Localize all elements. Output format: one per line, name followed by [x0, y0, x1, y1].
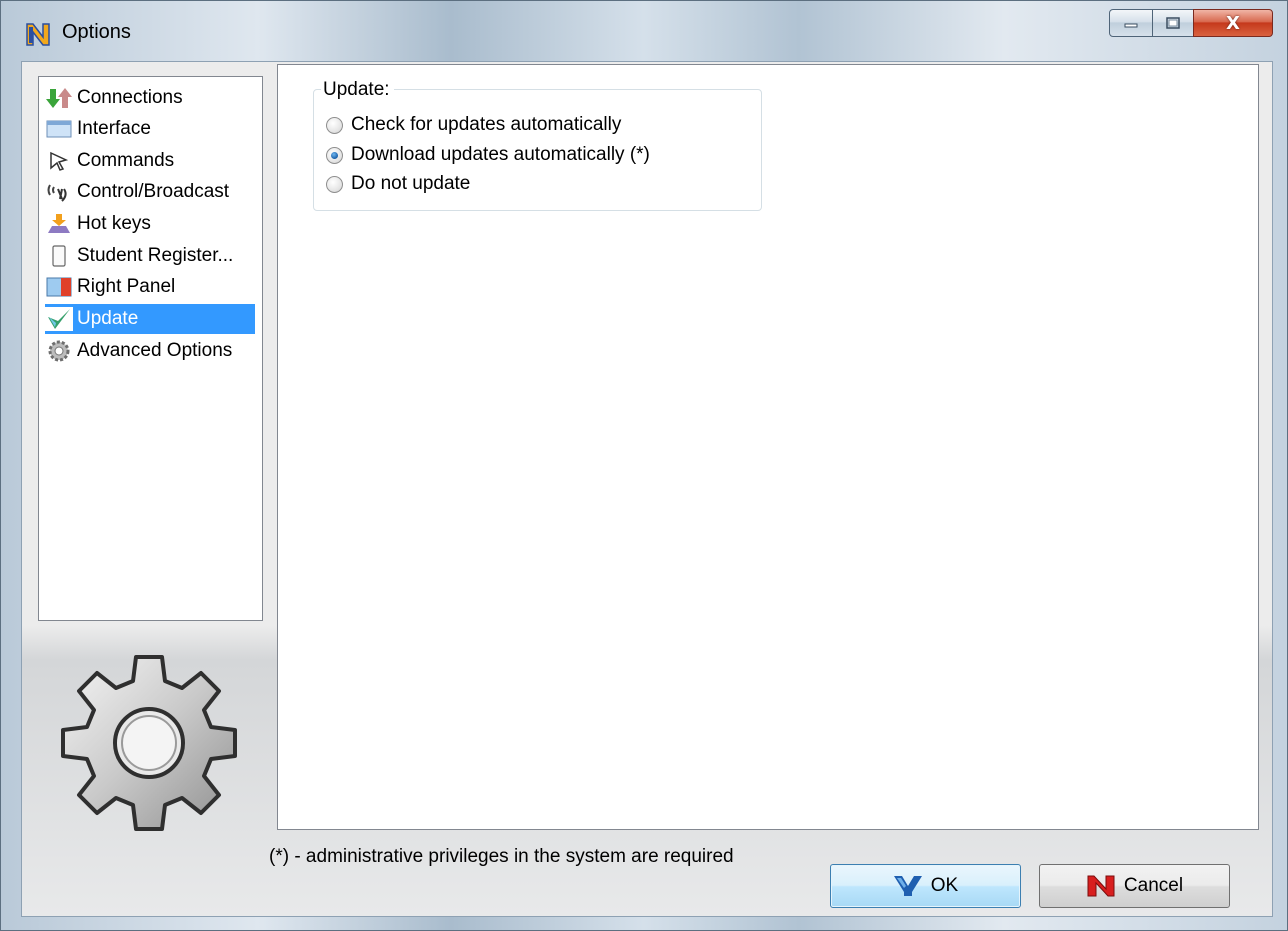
- nav-item-label: Hot keys: [77, 213, 151, 234]
- close-icon: X: [1226, 12, 1240, 34]
- radio-button-icon[interactable]: [326, 146, 343, 164]
- radio-button-icon[interactable]: [326, 175, 343, 193]
- nav-item-right-panel[interactable]: Right Panel: [45, 272, 179, 302]
- nav-item-label: Interface: [77, 118, 151, 139]
- maximize-button[interactable]: [1152, 9, 1194, 37]
- nav-item-interface[interactable]: Interface: [45, 114, 155, 144]
- settings-gear-illustration: [47, 641, 252, 846]
- app-logo-icon: [25, 21, 51, 47]
- update-group-title: Update:: [321, 79, 394, 101]
- cancel-button[interactable]: Cancel: [1039, 864, 1230, 908]
- radio-download-updates[interactable]: Download updates automatically (*): [326, 142, 650, 168]
- phone-icon: [45, 244, 73, 268]
- minimize-button[interactable]: [1109, 9, 1153, 37]
- checkmark-icon: [45, 307, 73, 331]
- panel-icon: [45, 275, 73, 299]
- gear-icon: [45, 339, 73, 363]
- cancel-button-label: Cancel: [1123, 875, 1184, 896]
- radio-check-updates[interactable]: Check for updates automatically: [326, 112, 621, 138]
- hotkeys-icon: [45, 212, 73, 236]
- nav-item-connections[interactable]: Connections: [45, 83, 187, 113]
- nav-item-label: Student Register...: [77, 245, 234, 266]
- broadcast-icon: [45, 180, 73, 204]
- radio-label: Check for updates automatically: [351, 114, 622, 135]
- radio-label: Download updates automatically (*): [351, 144, 650, 165]
- connections-arrows-icon: [45, 86, 73, 110]
- nav-item-label: Right Panel: [77, 276, 176, 297]
- cancel-logo-icon: [1086, 874, 1116, 898]
- nav-item-label: Control/Broadcast: [77, 181, 230, 202]
- nav-item-commands[interactable]: Commands: [45, 146, 178, 176]
- nav-item-label: Advanced Options: [77, 340, 233, 361]
- radio-do-not-update[interactable]: Do not update: [326, 171, 470, 197]
- nav-item-control-broadcast[interactable]: Control/Broadcast: [45, 177, 233, 207]
- options-category-list[interactable]: Connections Interface Commands Control/B…: [38, 76, 263, 621]
- options-window: Options X Connections Interface Commands…: [0, 0, 1288, 931]
- title-bar[interactable]: Options X: [1, 1, 1287, 61]
- nav-item-update[interactable]: Update: [45, 304, 255, 334]
- admin-privileges-note: (*) - administrative privileges in the s…: [269, 846, 734, 867]
- ok-logo-icon: [893, 874, 923, 898]
- minimize-icon: [1110, 10, 1152, 36]
- cursor-icon: [45, 149, 73, 173]
- ok-button[interactable]: OK: [830, 864, 1021, 908]
- nav-item-label: Update: [75, 306, 143, 332]
- ok-button-label: OK: [930, 875, 959, 896]
- nav-item-advanced-options[interactable]: Advanced Options: [45, 336, 236, 366]
- close-button[interactable]: X: [1193, 9, 1273, 37]
- nav-item-student-register[interactable]: Student Register...: [45, 241, 237, 271]
- radio-label: Do not update: [351, 173, 471, 194]
- window-title: Options: [62, 21, 131, 43]
- nav-item-label: Connections: [77, 87, 183, 108]
- window-icon: [45, 117, 73, 141]
- maximize-icon: [1153, 10, 1193, 36]
- nav-item-hot-keys[interactable]: Hot keys: [45, 209, 155, 239]
- radio-button-icon[interactable]: [326, 116, 343, 134]
- nav-item-label: Commands: [77, 150, 175, 171]
